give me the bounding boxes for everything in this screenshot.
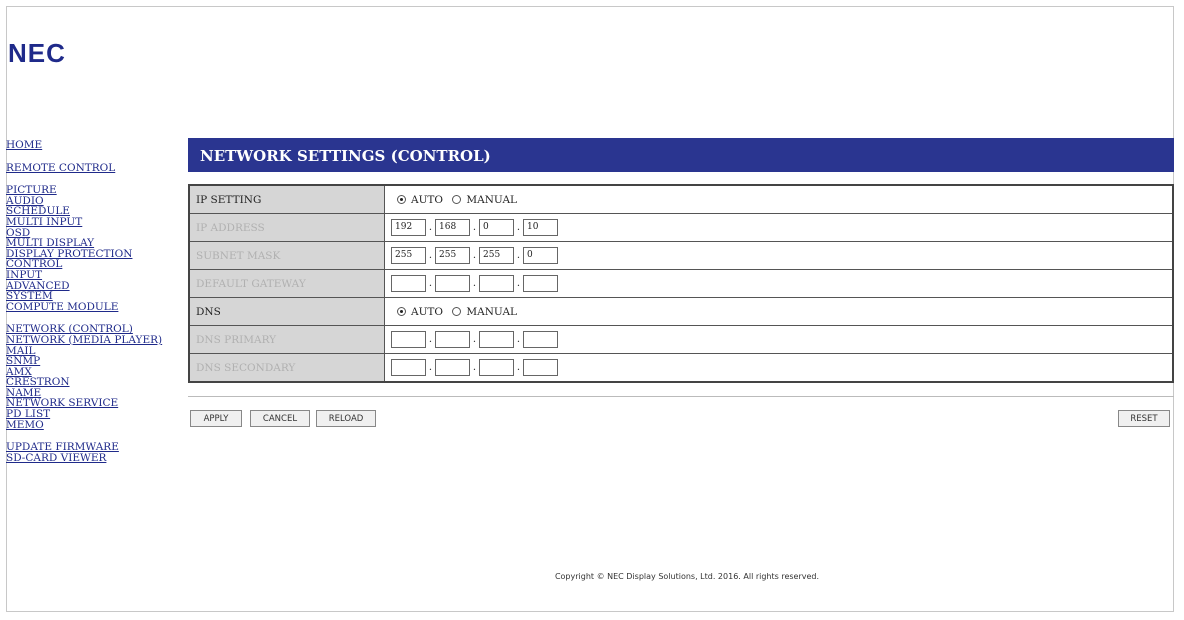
ip-address-row: IP ADDRESS 192. 168. 0. 10 — [188, 213, 1174, 242]
dns-primary-octet-2[interactable] — [435, 331, 470, 348]
copyright-text: Copyright © NEC Display Solutions, Ltd. … — [554, 572, 820, 581]
network-settings-table: IP SETTING AUTO MANUAL IP ADDRESS 192. 16… — [188, 184, 1174, 383]
default-gateway-octet-1[interactable] — [391, 275, 426, 292]
dns-primary-label: DNS PRIMARY — [188, 325, 385, 354]
dns-primary-octet-4[interactable] — [523, 331, 558, 348]
subnet-mask-octet-1[interactable]: 255 — [391, 247, 426, 264]
ip-address-octet-3[interactable]: 0 — [479, 219, 514, 236]
subnet-mask-row: SUBNET MASK 255. 255. 255. 0 — [188, 241, 1174, 270]
ip-address-label: IP ADDRESS — [188, 213, 385, 242]
sidebar-nav: HOME REMOTE CONTROL PICTURE AUDIO SCHEDU… — [6, 140, 176, 463]
default-gateway-octet-4[interactable] — [523, 275, 558, 292]
reload-button[interactable]: RELOAD — [316, 410, 376, 427]
dns-row: DNS AUTO MANUAL — [188, 297, 1174, 326]
dns-manual-label: MANUAL — [466, 305, 517, 318]
dns-secondary-octet-1[interactable] — [391, 359, 426, 376]
nav-memo[interactable]: MEMO — [6, 420, 176, 431]
ip-setting-label: IP SETTING — [188, 184, 385, 214]
ip-address-octet-1[interactable]: 192 — [391, 219, 426, 236]
subnet-mask-label: SUBNET MASK — [188, 241, 385, 270]
reset-button[interactable]: RESET — [1118, 410, 1170, 427]
dns-secondary-label: DNS SECONDARY — [188, 353, 385, 383]
ip-setting-auto-label: AUTO — [411, 193, 444, 206]
default-gateway-octet-3[interactable] — [479, 275, 514, 292]
default-gateway-label: DEFAULT GATEWAY — [188, 269, 385, 298]
nav-network-media-player[interactable]: NETWORK (MEDIA PLAYER) — [6, 335, 176, 346]
dns-secondary-octet-3[interactable] — [479, 359, 514, 376]
nav-compute-module[interactable]: COMPUTE MODULE — [6, 302, 176, 313]
nav-remote-control[interactable]: REMOTE CONTROL — [6, 162, 176, 174]
dns-primary-octet-3[interactable] — [479, 331, 514, 348]
dns-manual-radio[interactable] — [452, 306, 462, 316]
dns-auto-radio[interactable] — [397, 306, 406, 316]
ip-setting-auto-radio[interactable] — [397, 194, 406, 204]
subnet-mask-octet-3[interactable]: 255 — [479, 247, 514, 264]
nav-multi-input[interactable]: MULTI INPUT — [6, 217, 176, 228]
dns-primary-octet-1[interactable] — [391, 331, 426, 348]
dns-auto-label: AUTO — [411, 305, 444, 318]
ip-address-octet-2[interactable]: 168 — [435, 219, 470, 236]
default-gateway-octet-2[interactable] — [435, 275, 470, 292]
cancel-button[interactable]: CANCEL — [250, 410, 310, 427]
dns-secondary-octet-4[interactable] — [523, 359, 558, 376]
nec-logo: NEC — [8, 38, 66, 68]
subnet-mask-octet-2[interactable]: 255 — [435, 247, 470, 264]
ip-address-octet-4[interactable]: 10 — [523, 219, 558, 236]
dns-secondary-octet-2[interactable] — [435, 359, 470, 376]
divider — [188, 396, 1174, 397]
ip-setting-manual-label: MANUAL — [466, 193, 517, 206]
nav-input[interactable]: INPUT — [6, 270, 176, 281]
dns-secondary-row: DNS SECONDARY ... — [188, 353, 1174, 383]
ip-setting-manual-radio[interactable] — [452, 194, 462, 204]
subnet-mask-octet-4[interactable]: 0 — [523, 247, 558, 264]
default-gateway-row: DEFAULT GATEWAY ... — [188, 269, 1174, 298]
nav-sd-card-viewer[interactable]: SD-CARD VIEWER — [6, 453, 176, 464]
apply-button[interactable]: APPLY — [190, 410, 242, 427]
page-title: NETWORK SETTINGS (CONTROL) — [188, 138, 1174, 172]
ip-setting-row: IP SETTING AUTO MANUAL — [188, 184, 1174, 214]
nav-home[interactable]: HOME — [6, 140, 176, 151]
dns-label: DNS — [188, 297, 385, 326]
dns-primary-row: DNS PRIMARY ... — [188, 325, 1174, 354]
